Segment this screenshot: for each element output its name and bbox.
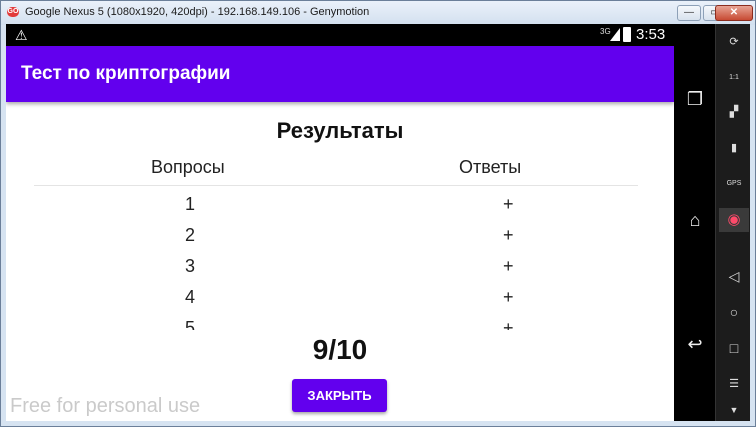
nav-recent-icon[interactable]: □ [719,336,749,360]
close-button[interactable]: ЗАКРЫТЬ [292,379,387,412]
rotate-icon[interactable]: ⟳ [719,30,749,54]
nav-home-icon[interactable]: ○ [719,300,749,324]
list-item: 3 + [6,252,674,283]
answer-mark: + [503,256,514,276]
question-number: 2 [185,225,196,245]
questions-column-header: Вопросы [151,157,225,177]
list-item: 5 + [6,314,674,330]
status-bar: ⚠ 3G 3:53 [6,24,674,46]
genymotion-toolbar: ⟳ 1:1 ▞ ▮ GPS ◉ ◁ ○ □ ☰ ▼ [715,24,750,421]
answer-mark: + [503,194,514,214]
question-number: 3 [185,256,196,276]
question-number: 5 [185,318,196,330]
gps-icon[interactable]: GPS [719,172,749,196]
warning-icon: ⚠ [15,27,28,43]
list-item: 4 + [6,283,674,314]
minimize-button[interactable]: — [677,5,701,21]
window-title: Google Nexus 5 (1080x1920, 420dpi) - 192… [25,6,370,18]
answers-column-header: Ответы [459,157,522,177]
camera-icon[interactable]: ◉ [719,208,749,232]
menu-icon[interactable]: ☰ [719,372,749,396]
scroll-down-icon[interactable]: ▼ [719,398,749,422]
score-text: 9/10 [312,334,368,365]
app-title: Тест по криптографии [21,63,231,84]
header-divider [34,185,638,186]
genymotion-logo-icon: GO [7,7,19,17]
back-icon[interactable]: ↩ [680,331,710,357]
watermark-text: Free for personal use [10,395,201,417]
recent-apps-icon[interactable]: ❐ [680,86,710,112]
nav-back-icon[interactable]: ◁ [719,264,749,288]
app-bar: Тест по криптографии [6,46,674,102]
answer-mark: + [503,287,514,307]
scale-icon[interactable]: 1:1 [719,66,749,90]
home-icon[interactable]: ⌂ [680,207,710,233]
answer-mark: + [503,318,514,330]
results-content: Результаты Вопросы Ответы 1 + 2 + 3 + 4 … [6,102,674,421]
window-titlebar[interactable]: GO Google Nexus 5 (1080x1920, 420dpi) - … [1,1,755,25]
status-time: 3:53 [636,26,666,43]
battery-icon [623,27,631,42]
android-nav-bar: ❐ ⌂ ↩ [674,24,715,421]
question-number: 1 [185,194,196,214]
device-screen: ⚠ 3G 3:53 Тест по криптографии Результат… [6,24,674,421]
list-item: 1 + [6,190,674,221]
battery-widget-icon[interactable]: ▮ [719,136,749,160]
clapper-icon[interactable]: ▞ [719,100,749,124]
close-window-button[interactable]: ✕ [715,5,753,21]
answer-mark: + [503,225,514,245]
results-list[interactable]: 1 + 2 + 3 + 4 + 5 + [6,190,674,330]
list-item: 2 + [6,221,674,252]
signal-icon [610,28,620,41]
question-number: 4 [185,287,196,307]
results-heading: Результаты [276,118,404,143]
